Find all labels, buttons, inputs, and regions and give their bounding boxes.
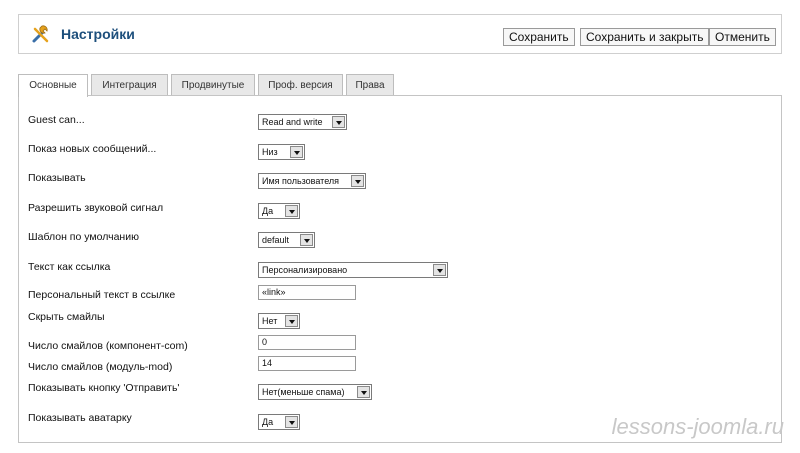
save-and-close-button[interactable]: Сохранить и закрыть — [580, 28, 710, 46]
template-select[interactable]: default — [258, 232, 315, 248]
guest-can-label: Guest can... — [28, 114, 85, 126]
avatar-select[interactable]: Да — [258, 414, 300, 430]
link-text-value: Персонализировано — [262, 265, 348, 275]
watermark-text: lessons-joomla.ru — [611, 414, 784, 439]
chevron-down-icon — [285, 205, 298, 217]
tab-integration[interactable]: Интеграция — [91, 74, 168, 96]
send-button-label: Показывать кнопку 'Отправить' — [28, 382, 180, 394]
send-button-value: Нет(меньше спама) — [262, 387, 345, 397]
personal-text-input[interactable]: «link» — [258, 285, 356, 300]
show-select[interactable]: Имя пользователя — [258, 173, 366, 189]
guest-can-value: Read and write — [262, 117, 323, 127]
chevron-down-icon — [351, 175, 364, 187]
show-label: Показывать — [28, 172, 86, 184]
sound-value: Да — [262, 206, 274, 216]
guest-can-select[interactable]: Read and write — [258, 114, 347, 130]
save-button[interactable]: Сохранить — [503, 28, 575, 46]
sound-label: Разрешить звуковой сигнал — [28, 202, 164, 214]
template-value: default — [262, 235, 290, 245]
avatar-label: Показывать аватарку — [28, 412, 132, 424]
tab-basic[interactable]: Основные — [18, 74, 88, 97]
hide-smiles-select[interactable]: Нет — [258, 313, 300, 329]
avatar-value: Да — [262, 417, 274, 427]
tab-bar: Основные Интеграция Продвинутые Проф. ве… — [18, 74, 782, 97]
new-messages-label: Показ новых сообщений... — [28, 143, 157, 155]
chevron-down-icon — [300, 234, 313, 246]
chevron-down-icon — [433, 264, 446, 276]
new-messages-select[interactable]: Низ — [258, 144, 305, 160]
page-title: Настройки — [61, 26, 135, 42]
new-messages-value: Низ — [262, 147, 278, 157]
tools-icon — [32, 25, 49, 43]
chevron-down-icon — [357, 386, 370, 398]
sound-select[interactable]: Да — [258, 203, 300, 219]
chevron-down-icon — [285, 416, 298, 428]
tab-pro-version[interactable]: Проф. версия — [258, 74, 343, 96]
link-text-label: Текст как ссылка — [28, 261, 111, 273]
chevron-down-icon — [290, 146, 303, 158]
toolbar-header: Настройки Сохранить Сохранить и закрыть … — [18, 14, 782, 54]
hide-smiles-value: Нет — [262, 316, 278, 326]
hide-smiles-label: Скрыть смайлы — [28, 311, 105, 323]
show-value: Имя пользователя — [262, 176, 340, 186]
personal-text-label: Персональный текст в ссылке — [28, 289, 176, 301]
chevron-down-icon — [332, 116, 345, 128]
chevron-down-icon — [285, 315, 298, 327]
cancel-button[interactable]: Отменить — [709, 28, 776, 46]
tab-advanced[interactable]: Продвинутые — [171, 74, 255, 96]
smiles-mod-input[interactable]: 14 — [258, 356, 356, 371]
smiles-mod-label: Число смайлов (модуль-mod) — [28, 361, 173, 373]
link-text-select[interactable]: Персонализировано — [258, 262, 448, 278]
smiles-com-label: Число смайлов (компонент-com) — [28, 340, 188, 352]
send-button-select[interactable]: Нет(меньше спама) — [258, 384, 372, 400]
template-label: Шаблон по умолчанию — [28, 231, 139, 243]
tab-permissions[interactable]: Права — [346, 74, 394, 96]
smiles-com-input[interactable]: 0 — [258, 335, 356, 350]
